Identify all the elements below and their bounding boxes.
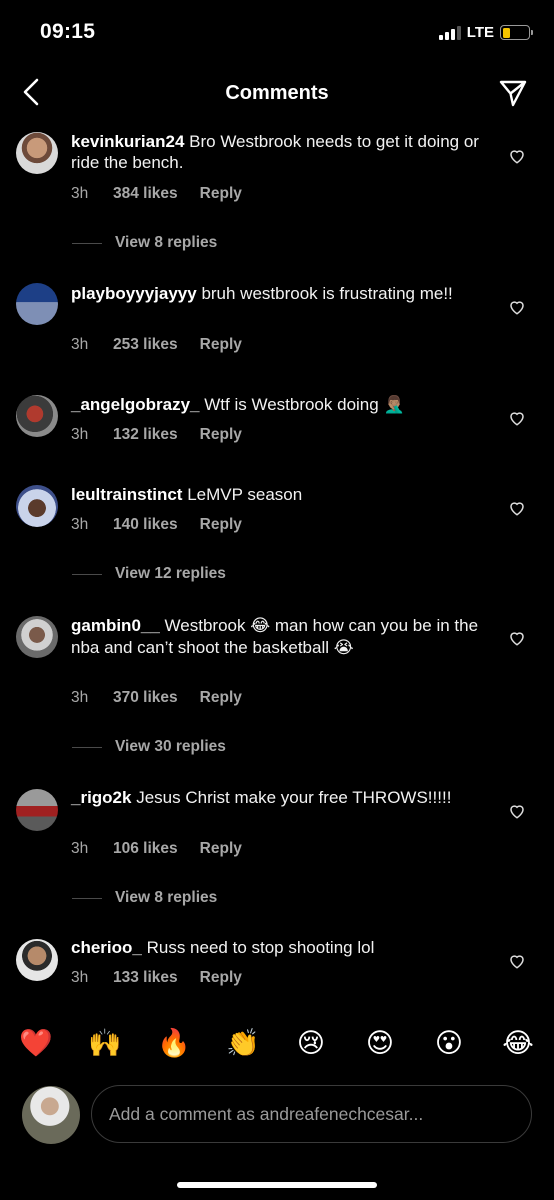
avatar[interactable] [16,616,58,658]
heart-eyes-emoji-button[interactable]: 😍 [362,1026,398,1062]
laughing-emoji: 😂 [250,616,271,636]
comment-username[interactable]: leultrainstinct [71,485,182,504]
view-replies-button[interactable]: View 8 replies [72,889,217,907]
comment-likes[interactable]: 132 likes [113,426,178,444]
comment-likes[interactable]: 133 likes [113,969,178,987]
clapping-emoji-button[interactable]: 👏 [225,1026,261,1062]
view-replies-button[interactable]: View 30 replies [72,738,226,756]
crying-emoji: 😭 [333,638,354,658]
avatar[interactable] [16,395,58,437]
view-replies-label: View 8 replies [115,234,218,251]
avatar [22,1086,80,1144]
avatar[interactable] [16,789,58,831]
reply-button[interactable]: Reply [200,336,242,354]
status-time: 09:15 [40,20,96,43]
comment-text: Jesus Christ make your free THROWS!!!!! [136,788,452,807]
status-indicators: LTE [438,24,533,41]
comment-text: LeMVP season [187,485,303,504]
comment-likes[interactable]: 370 likes [113,689,178,707]
comment-time: 3h [71,969,89,986]
battery-icon [500,25,533,40]
home-indicator[interactable] [177,1182,377,1188]
paper-plane-icon[interactable] [498,78,528,108]
reply-button[interactable]: Reply [200,969,242,987]
fire-emoji-button[interactable]: 🔥 [156,1026,192,1062]
crying-face-emoji-button[interactable]: 😢 [293,1026,329,1062]
avatar[interactable] [16,283,58,325]
reply-button[interactable]: Reply [200,185,242,203]
comment-time: 3h [71,426,89,443]
comment-text: Russ need to stop shooting lol [146,938,375,957]
view-replies-label: View 30 replies [115,738,226,755]
heart-icon[interactable] [508,298,526,316]
facepalm-emoji: 🤦🏽‍♂️ [383,395,405,415]
heart-icon[interactable] [508,147,526,165]
comment-likes[interactable]: 106 likes [113,840,178,858]
signal-icon [438,25,461,40]
comment-username[interactable]: _angelgobrazy_ [71,395,200,414]
comment-time: 3h [71,689,89,706]
status-bar: 09:15 LTE [0,0,554,64]
comment-time: 3h [71,185,89,202]
reply-button[interactable]: Reply [200,840,242,858]
comment-text: Westbrook [164,616,246,635]
reply-button[interactable]: Reply [200,516,242,534]
comment-time: 3h [71,516,89,533]
view-replies-label: View 12 replies [115,565,226,582]
avatar[interactable] [16,939,58,981]
reply-button[interactable]: Reply [200,426,242,444]
comment-likes[interactable]: 384 likes [113,185,178,203]
page-title: Comments [225,82,329,104]
comment-username[interactable]: gambin0__ [71,616,160,635]
emoji-reaction-bar: ❤️ 🙌 🔥 👏 😢 😍 😮 😂 [0,1026,554,1066]
tears-of-joy-emoji-button[interactable]: 😂 [500,1026,536,1062]
comment-likes[interactable]: 140 likes [113,516,178,534]
heart-icon[interactable] [508,409,526,427]
comment-text: bruh westbrook is frustrating me!! [201,284,453,303]
comment-list: kevinkurian24 Bro Westbrook needs to get… [0,126,554,1006]
raising-hands-emoji-button[interactable]: 🙌 [87,1026,123,1062]
heart-icon[interactable] [508,802,526,820]
view-replies-button[interactable]: View 12 replies [72,565,226,583]
comment-input[interactable]: Add a comment as andreafenechcesar... [91,1085,532,1143]
header: Comments [0,64,554,126]
comment-time: 3h [71,840,89,857]
comment-composer: Add a comment as andreafenechcesar... [0,1084,554,1146]
view-replies-button[interactable]: View 8 replies [72,234,217,252]
avatar[interactable] [16,132,58,174]
heart-icon[interactable] [508,499,526,517]
red-heart-emoji-button[interactable]: ❤️ [18,1026,54,1062]
reply-button[interactable]: Reply [200,689,242,707]
comment-username[interactable]: playboyyyjayyy [71,284,197,303]
avatar[interactable] [16,485,58,527]
astonished-emoji-button[interactable]: 😮 [431,1026,467,1062]
comment-username[interactable]: _rigo2k [71,788,131,807]
comment-username[interactable]: cherioo_ [71,938,142,957]
view-replies-label: View 8 replies [115,889,218,906]
comment-text: Wtf is Westbrook doing [204,395,379,414]
heart-icon[interactable] [508,952,526,970]
heart-icon[interactable] [508,629,526,647]
comment-likes[interactable]: 253 likes [113,336,178,354]
comment-time: 3h [71,336,89,353]
network-type: LTE [466,24,494,41]
comment-username[interactable]: kevinkurian24 [71,132,184,151]
